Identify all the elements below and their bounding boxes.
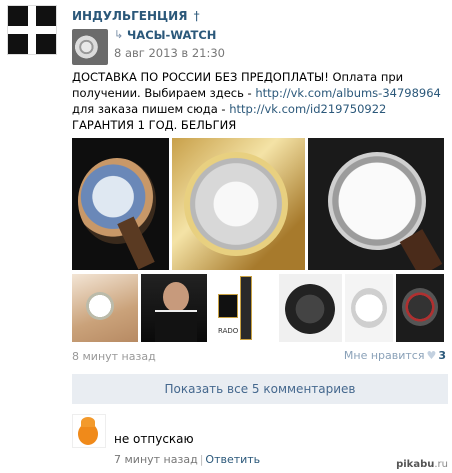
post-photo-8[interactable] (345, 274, 393, 342)
comment-avatar[interactable] (72, 414, 106, 448)
post-photo-4[interactable] (72, 274, 138, 342)
post-text: ДОСТАВКА ПО РОССИИ БЕЗ ПРЕДОПЛАТЫ! Оплат… (72, 69, 448, 133)
group-avatar[interactable] (7, 5, 57, 55)
watermark-bold: pikabu (396, 459, 435, 470)
post-photo-2[interactable] (172, 138, 305, 270)
heart-icon: ♥ (426, 349, 437, 362)
post-time[interactable]: 8 минут назад (72, 350, 156, 363)
comment-separator: | (199, 453, 204, 466)
show-all-comments-button[interactable]: Показать все 5 комментариев (72, 374, 448, 404)
comment-meta: 7 минут назад | Ответить (114, 453, 260, 466)
repost-source-name[interactable]: ЧАСЫ-WATCH (127, 28, 216, 42)
post-text-part2: для заказа пишем сюда - (72, 102, 230, 116)
post-text-part3: ГАРАНТИЯ 1 ГОД. БЕЛЬГИЯ (72, 118, 237, 132)
album-link[interactable]: http://vk.com/albums-34798964 (255, 86, 441, 100)
contact-link[interactable]: http://vk.com/id219750922 (229, 102, 386, 116)
watermark-rest: .ru (434, 459, 448, 470)
post-photo-5[interactable] (141, 274, 207, 342)
watermark: pikabu.ru (396, 459, 448, 470)
post-photo-9[interactable] (396, 274, 444, 342)
comment-text: не отпускаю (114, 432, 194, 446)
repost-arrow-icon: ↳ (114, 28, 124, 41)
like-label: Мне нравится (343, 349, 425, 362)
repost-source-avatar[interactable] (72, 29, 108, 65)
like-button[interactable]: Мне нравится ♥ 3 (344, 349, 446, 362)
post-photo-7[interactable] (279, 274, 342, 342)
group-name-text[interactable]: ИНДУЛЬГЕНЦИЯ (72, 9, 187, 23)
like-count: 3 (438, 349, 446, 362)
reply-link[interactable]: Ответить (205, 453, 260, 466)
post-photo-6[interactable]: RADO (210, 274, 276, 342)
post-photo-1[interactable] (72, 138, 169, 270)
repost-date[interactable]: 8 авг 2013 в 21:30 (114, 46, 225, 60)
group-name[interactable]: ИНДУЛЬГЕНЦИЯ † (72, 9, 200, 23)
rado-logo: RADO (218, 327, 239, 335)
cross-icon: † (193, 9, 200, 23)
comment-time[interactable]: 7 минут назад (114, 453, 198, 466)
post-photo-3[interactable] (308, 138, 444, 270)
